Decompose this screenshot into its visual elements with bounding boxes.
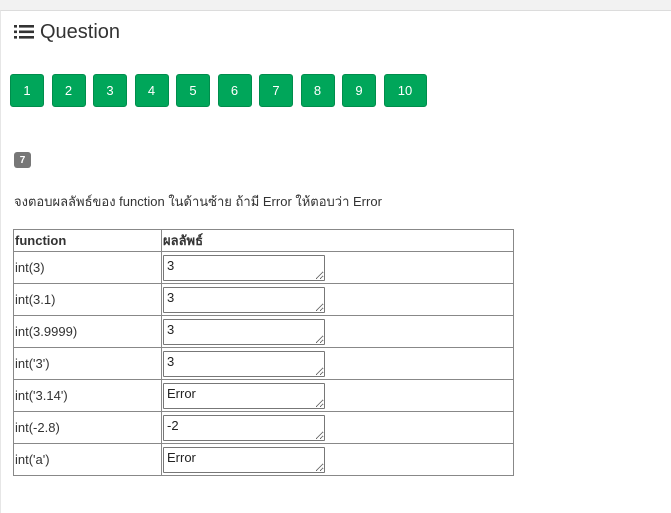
panel-header: Question: [13, 21, 120, 44]
question-instruction: จงตอบผลลัพธ์ของ function ในด้านซ้าย ถ้าม…: [14, 194, 382, 209]
question-button-7[interactable]: 7: [259, 74, 293, 107]
answer-cell: 3: [161, 315, 514, 348]
table-row: int('3.14') Error: [13, 379, 514, 412]
question-button-5[interactable]: 5: [176, 74, 210, 107]
answer-input[interactable]: 3: [163, 254, 325, 281]
question-button-6[interactable]: 6: [217, 74, 252, 107]
function-cell: int('a'): [13, 443, 162, 476]
table-header-row: function ผลลัพธ์: [13, 229, 514, 252]
table-row: int(3) 3: [13, 251, 514, 284]
question-button-9[interactable]: 9: [342, 74, 376, 107]
question-button-4[interactable]: 4: [134, 74, 169, 107]
table-row: int(-2.8) -2: [13, 411, 514, 444]
column-header-result: ผลลัพธ์: [161, 229, 514, 252]
question-button-3[interactable]: 3: [93, 74, 127, 107]
list-icon: [14, 24, 34, 39]
answer-cell: 3: [161, 283, 514, 316]
answer-input[interactable]: Error: [163, 382, 325, 409]
question-panel: Question 1 2 3 4 5 6 7 8 9 10 7 จงตอบผลล…: [0, 10, 671, 513]
question-button-10[interactable]: 10: [383, 74, 427, 107]
answer-cell: Error: [161, 443, 514, 476]
answer-input[interactable]: -2: [163, 414, 325, 441]
function-cell: int('3'): [13, 347, 162, 380]
page-title: Question: [40, 21, 121, 43]
question-button-2[interactable]: 2: [51, 74, 86, 107]
function-cell: int(3.1): [13, 283, 162, 316]
answer-cell: 3: [161, 251, 514, 284]
answer-cell: -2: [161, 411, 514, 444]
table-row: int('3') 3: [13, 347, 514, 380]
function-cell: int(-2.8): [13, 411, 162, 444]
function-cell: int('3.14'): [13, 379, 162, 412]
function-cell: int(3.9999): [13, 315, 162, 348]
answer-input[interactable]: 3: [163, 286, 325, 313]
table-row: int(3.1) 3: [13, 283, 514, 316]
function-cell: int(3): [13, 251, 162, 284]
answer-cell: 3: [161, 347, 514, 380]
column-header-function: function: [13, 229, 162, 252]
question-nav: 1 2 3 4 5 6 7 8 9 10: [10, 74, 434, 107]
question-button-1[interactable]: 1: [10, 74, 44, 107]
answer-table: function ผลลัพธ์ int(3) 3 int(3.1) 3 int…: [13, 229, 514, 476]
answer-input[interactable]: 3: [163, 318, 325, 345]
question-button-8[interactable]: 8: [300, 74, 335, 107]
answer-input[interactable]: Error: [163, 446, 325, 473]
answer-input[interactable]: 3: [163, 350, 325, 377]
question-number-badge: 7: [14, 152, 31, 168]
table-row: int(3.9999) 3: [13, 315, 514, 348]
answer-cell: Error: [161, 379, 514, 412]
table-row: int('a') Error: [13, 443, 514, 476]
